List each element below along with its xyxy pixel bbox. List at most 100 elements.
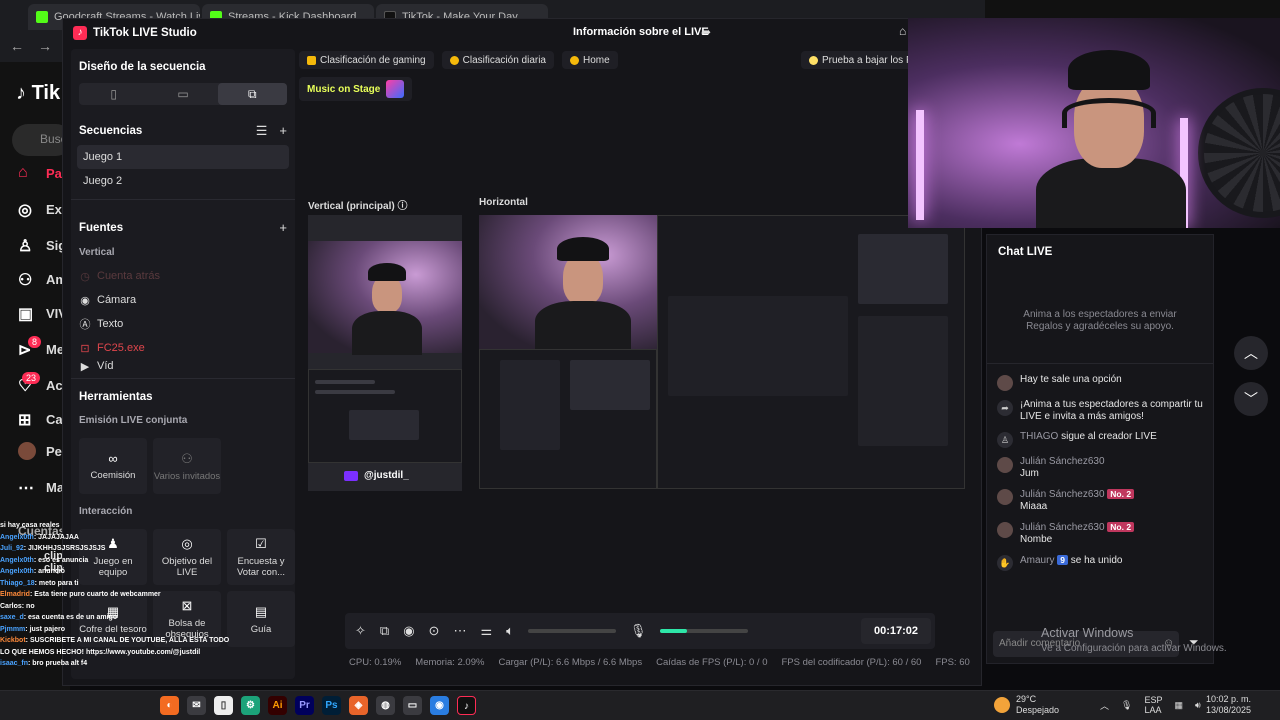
scroll-down-button[interactable]: ﹀ (1234, 382, 1268, 416)
nav-item[interactable]: ⊳ Me (18, 340, 64, 360)
record-icon[interactable]: ◉ (403, 623, 414, 639)
mini-window (668, 296, 848, 396)
sequences-header: Secuencias ☰ + (79, 123, 287, 139)
source-item[interactable]: ▶ Víd (71, 360, 295, 372)
daily-ranking-pill[interactable]: Clasificación diaria (441, 51, 554, 69)
chat-message[interactable]: Hay te sale una opción (987, 370, 1213, 395)
list-icon[interactable]: ☰ (256, 123, 268, 139)
settings-sliders-icon[interactable]: ⚌ (480, 623, 492, 639)
nav-item[interactable]: ♙ Sig (18, 236, 66, 256)
mail-icon[interactable]: ✉ (187, 696, 206, 715)
divider (71, 378, 295, 379)
wave-icon: ✋ (997, 555, 1013, 571)
obs-icon[interactable]: ◍ (376, 696, 395, 715)
clock[interactable]: 10:02 p. m. 13/08/2025 (1206, 694, 1251, 716)
source-item[interactable]: ◷ Cuenta atrás (71, 264, 295, 288)
dual-layout-icon[interactable]: ⧉ (217, 83, 287, 105)
chat-message[interactable]: ➦ ¡Anima a tus espectadores a compartir t… (987, 395, 1213, 427)
premiere-icon[interactable]: Pr (295, 696, 314, 715)
nav-item[interactable]: ⋯ Ma (18, 478, 64, 498)
sequence-item[interactable]: Juego 1 (77, 145, 289, 169)
scroll-up-button[interactable]: ︿ (1234, 336, 1268, 370)
gaming-ranking-pill[interactable]: Clasificación de gaming (299, 51, 434, 69)
studio-capture-feed (479, 349, 657, 489)
nav-item[interactable]: ⚇ Am (18, 270, 67, 290)
replay-icon[interactable]: ⊙ (429, 623, 440, 639)
music-on-stage-button[interactable]: Music on Stage (299, 77, 413, 101)
chevron-up-icon[interactable]: ︿ (1100, 699, 1109, 712)
source-item[interactable]: ⊡ FC25.exe (71, 336, 295, 360)
preview-username: @justdil_ (344, 470, 409, 481)
horizontal-preview-label: Horizontal (479, 197, 528, 208)
tiktok-live-studio-icon[interactable]: ♪ (457, 696, 476, 715)
source-item[interactable]: Ⓐ Texto (71, 312, 295, 336)
nav-item[interactable]: ⊞ Ca (18, 410, 63, 430)
light-bar (916, 110, 924, 220)
chat-message[interactable]: Julián Sánchez630 No. 2 Nombe (987, 517, 1213, 550)
microphone-icon[interactable]: 🎙︎ (630, 623, 647, 639)
vertical-layout-icon[interactable]: ▯ (79, 83, 148, 105)
help-icon[interactable]: ⓘ (397, 201, 407, 212)
more-icon[interactable]: ⋯ (453, 623, 466, 639)
language-indicator[interactable]: ESP LAA (1144, 695, 1162, 715)
horizontal-layout-icon[interactable]: ▭ (148, 83, 217, 105)
firefox-icon[interactable]: ◐ (160, 696, 179, 715)
volume-icon[interactable]: 🔊︎ (1195, 700, 1201, 711)
nav-item[interactable]: ◎ Ex (18, 200, 62, 220)
microphone-icon[interactable]: 🎙︎ (1121, 700, 1132, 711)
illustrator-icon[interactable]: Ai (268, 696, 287, 715)
chrome-icon[interactable]: ◉ (430, 696, 449, 715)
blender-icon[interactable]: ◈ (349, 696, 368, 715)
lightbulb-icon (809, 55, 818, 65)
chat-message[interactable]: ✋ Amaury 9 se ha unido (987, 550, 1213, 575)
horizontal-preview[interactable] (479, 215, 965, 489)
sequence-item[interactable]: Juego 2 (77, 169, 289, 193)
level-badge: 9 (1057, 555, 1068, 565)
chat-message[interactable]: Julián Sánchez630 No. 2 Miaaa (987, 484, 1213, 517)
game-capture-feed (308, 369, 462, 463)
back-icon[interactable]: ← (10, 38, 24, 54)
mini-window (349, 410, 419, 440)
screen-capture-icon[interactable]: ⧉ (380, 623, 389, 639)
divider (71, 199, 295, 200)
overlay-chat-line: Angelx0th: eso es anuncia (0, 556, 89, 564)
house-icon[interactable]: ⌂ (899, 24, 906, 38)
forward-icon[interactable]: → (38, 38, 52, 54)
nav-item[interactable]: ⌂ Pa (18, 164, 62, 182)
mic-level-slider[interactable] (660, 629, 749, 633)
file-icon[interactable]: ▯ (214, 696, 233, 715)
chat-message[interactable]: ♙ THIAGO sigue al creador LIVE (987, 427, 1213, 452)
multi-guest-button[interactable]: ⚇ Varios invitados (153, 438, 221, 494)
photoshop-icon[interactable]: Ps (322, 696, 341, 715)
share-icon[interactable]: ➦ (701, 25, 711, 39)
magic-wand-icon[interactable]: ✧ (355, 623, 366, 639)
speaker-icon[interactable]: 🔈︎ (506, 623, 514, 639)
home-icon: ⌂ (18, 164, 28, 181)
headphones-icon (1062, 98, 1156, 128)
terminal-icon[interactable]: ▭ (403, 696, 422, 715)
nav-item[interactable]: Pe (18, 442, 62, 460)
volume-slider[interactable] (527, 629, 616, 633)
upload-icon: ⊞ (18, 412, 32, 429)
add-sequence-icon[interactable]: + (279, 123, 287, 139)
home-pill[interactable]: Home (562, 51, 618, 69)
taskbar: ◐ ✉ ▯ ⚙ Ai Pr Ps ◈ ◍ ▭ ◉ ♪ 29°C Despejado… (0, 690, 1280, 720)
nav-item[interactable]: ▣ VIV (18, 304, 67, 324)
vertical-preview[interactable]: @justdil_ (308, 215, 462, 491)
vertical-preview-label: Vertical (principal) ⓘ (308, 201, 408, 212)
live-info-title[interactable]: Información sobre el LIVE (573, 26, 709, 38)
chat-message[interactable]: Julián Sánchez630 Jum (987, 452, 1213, 484)
webcam-overlay (908, 18, 1280, 228)
source-item[interactable]: ◉ Cámara (71, 288, 295, 312)
chatgpt-icon[interactable]: ⚙ (241, 696, 260, 715)
network-icon[interactable]: ▦ (1174, 700, 1183, 711)
coemission-button[interactable]: ∞ Coemisión (79, 438, 147, 494)
overlay-chat-line: saxe_d: esa cuenta es de un amigo (0, 614, 118, 621)
add-source-icon[interactable]: + (279, 220, 287, 235)
co-live-tools: ∞ Coemisión ⚇ Varios invitados (71, 432, 295, 500)
fps-stat: FPS: 60 (935, 657, 970, 668)
weather-widget[interactable]: 29°C Despejado (994, 694, 1059, 716)
divider (987, 363, 1213, 364)
tip-pill[interactable]: Prueba a bajar los FI (801, 51, 923, 69)
tiktok-logo[interactable]: ♪ Tik (16, 82, 60, 105)
